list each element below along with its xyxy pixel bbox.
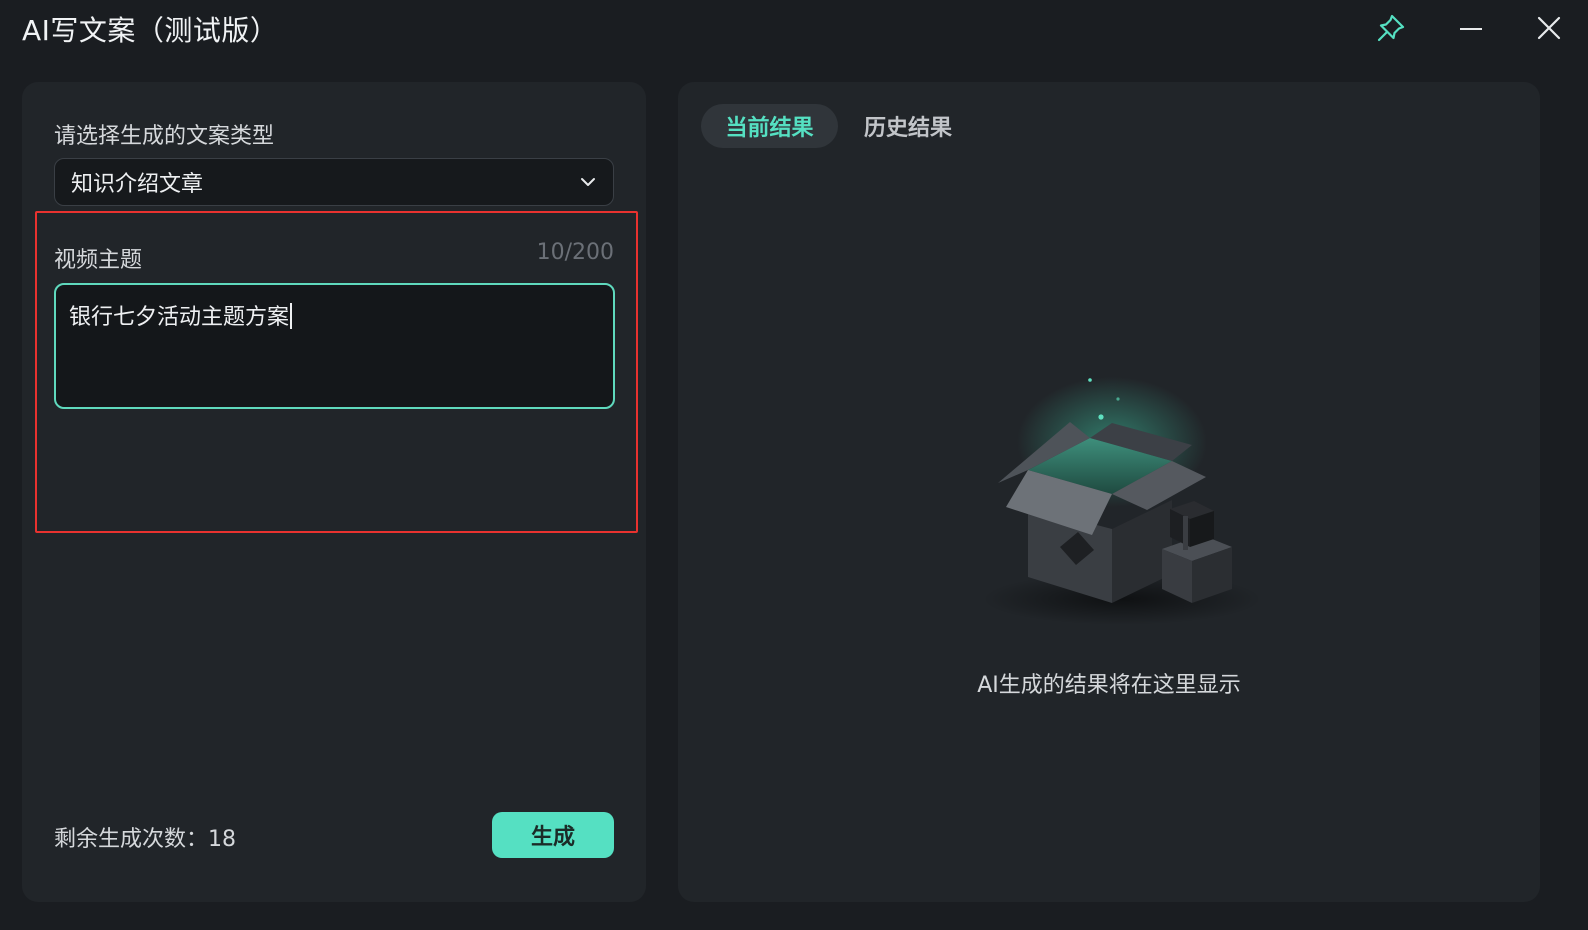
empty-box-illustration xyxy=(982,377,1262,625)
generate-button[interactable]: 生成 xyxy=(492,812,614,858)
window-title: AI写文案（测试版） xyxy=(22,14,279,47)
text-caret xyxy=(290,303,292,329)
tab-current-result[interactable]: 当前结果 xyxy=(701,104,838,148)
pin-button[interactable] xyxy=(1371,8,1411,48)
video-topic-label: 视频主题 xyxy=(54,248,143,273)
pin-icon xyxy=(1377,14,1405,42)
title-bar: AI写文案（测试版） xyxy=(0,0,1588,58)
input-panel: 请选择生成的文案类型 知识介绍文章 视频主题 10/200 银行七夕活动主题方案… xyxy=(22,82,646,902)
topic-char-counter: 10/200 xyxy=(536,240,614,265)
close-button[interactable] xyxy=(1529,8,1569,48)
video-topic-text: 银行七夕活动主题方案 xyxy=(69,305,290,330)
ai-copywriting-window: AI写文案（测试版） 请选择生成的文案类型 知识介绍文章 视频主题 10/200… xyxy=(0,0,1588,930)
video-topic-input[interactable]: 银行七夕活动主题方案 xyxy=(54,283,615,409)
empty-result-message: AI生成的结果将在这里显示 xyxy=(977,673,1241,698)
remaining-count: 剩余生成次数：18 xyxy=(54,827,236,852)
copy-type-select[interactable]: 知识介绍文章 xyxy=(54,158,614,206)
minimize-icon xyxy=(1460,28,1482,30)
minimize-button[interactable] xyxy=(1451,8,1491,48)
copy-type-label: 请选择生成的文案类型 xyxy=(54,124,275,149)
close-icon xyxy=(1537,16,1561,40)
copy-type-value: 知识介绍文章 xyxy=(71,172,204,197)
tab-history-result[interactable]: 历史结果 xyxy=(844,104,972,148)
chevron-down-icon xyxy=(581,178,595,186)
results-panel: 当前结果 历史结果 AI生成的结果将在这里显示 xyxy=(678,82,1540,902)
